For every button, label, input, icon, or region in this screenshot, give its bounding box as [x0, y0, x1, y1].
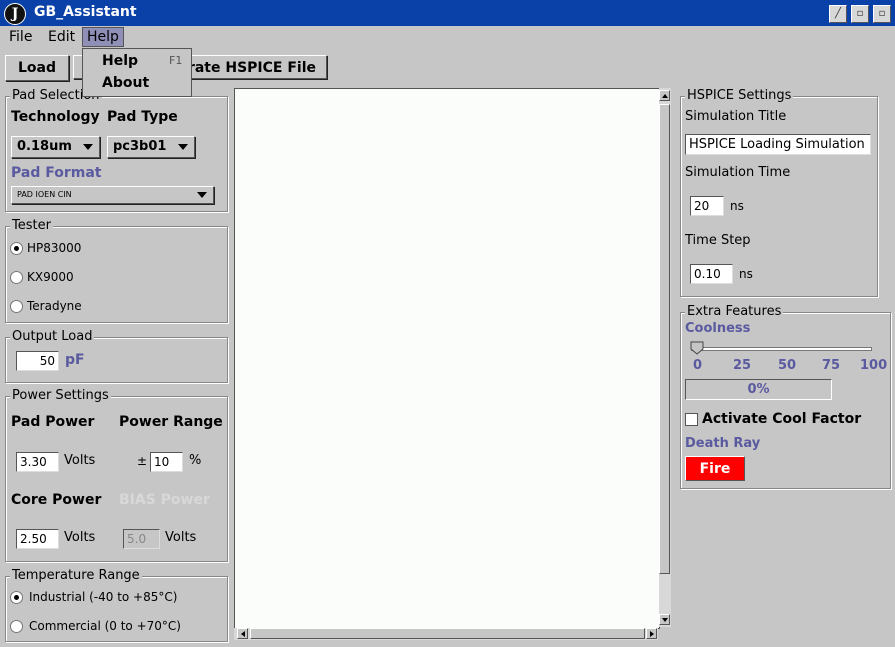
power-range-label: Power Range — [119, 414, 223, 430]
output-load-group: Output Load 50 pF — [5, 329, 228, 383]
tester-option-teradyne[interactable]: Teradyne — [10, 299, 210, 315]
death-ray-label: Death Ray — [685, 436, 761, 451]
core-power-unit: Volts — [64, 530, 96, 545]
simulation-time-unit: ns — [730, 199, 744, 213]
simulation-title-input[interactable]: HSPICE Loading Simulation — [685, 134, 871, 155]
cool-factor-checkbox[interactable] — [685, 413, 698, 426]
group-title: Temperature Range — [10, 568, 142, 584]
tester-option-hp83000[interactable]: HP83000 — [10, 241, 210, 257]
maximize-icon[interactable]: ▫ — [851, 5, 869, 23]
radio-button[interactable] — [10, 242, 23, 255]
bias-power-unit: Volts — [165, 530, 197, 545]
scroll-left-icon[interactable] — [237, 628, 248, 639]
load-button[interactable]: Load — [5, 55, 69, 81]
pad-type-label: Pad Type — [107, 109, 178, 125]
pad-power-input[interactable]: 3.30 — [16, 452, 59, 472]
chevron-down-icon — [178, 144, 188, 150]
slider-tick-label: 50 — [778, 358, 797, 373]
core-power-input[interactable]: 2.50 — [16, 529, 59, 549]
tester-option-kx9000[interactable]: KX9000 — [10, 270, 210, 286]
bias-power-input: 5.0 — [123, 529, 160, 549]
core-power-label: Core Power — [11, 492, 102, 508]
tester-group: Tester HP83000 KX9000 Teradyne — [5, 218, 228, 323]
help-menu-item-about[interactable]: About — [83, 72, 191, 94]
scroll-right-icon[interactable] — [646, 628, 657, 639]
time-step-label: Time Step — [685, 233, 751, 248]
menu-help[interactable]: Help — [82, 27, 124, 47]
temperature-range-group: Temperature Range Industrial (-40 to +85… — [5, 568, 228, 642]
slider-tick-label: 75 — [822, 358, 841, 373]
simulation-title-label: Simulation Title — [685, 109, 787, 124]
menu-edit[interactable]: Edit — [44, 28, 79, 46]
simulation-time-label: Simulation Time — [685, 165, 791, 180]
radio-button[interactable] — [10, 271, 23, 284]
plus-minus-label: ± — [137, 454, 148, 468]
scroll-up-icon[interactable] — [659, 90, 670, 101]
bias-power-label: BIAS Power — [119, 492, 210, 508]
radio-button[interactable] — [10, 300, 23, 313]
progress-bar: 0% — [685, 379, 832, 400]
pad-selection-group: Pad Selection Technology Pad Type 0.18um… — [5, 88, 228, 212]
group-title: Output Load — [10, 329, 95, 345]
menu-bar: File Edit Help — [0, 26, 895, 48]
slider-tick-label: 0 — [693, 358, 703, 373]
output-text-area[interactable] — [234, 88, 660, 629]
title-bar: J GB_Assistant ╱ ▫ ▫ — [0, 0, 895, 27]
coolness-slider-thumb[interactable] — [690, 341, 704, 355]
simulation-time-input[interactable]: 20 — [690, 196, 724, 216]
pad-format-select[interactable]: PAD IOEN CIN — [11, 186, 214, 204]
group-title: Tester — [10, 218, 53, 234]
slider-tick-label: 25 — [733, 358, 752, 373]
window-title: GB_Assistant — [34, 4, 137, 20]
coolness-slider-track[interactable] — [691, 347, 872, 351]
pad-power-unit: Volts — [64, 453, 96, 468]
output-load-input[interactable]: 50 — [16, 351, 59, 371]
pad-power-label: Pad Power — [11, 414, 95, 430]
scroll-thumb[interactable] — [659, 104, 670, 574]
horizontal-scrollbar[interactable] — [234, 628, 658, 640]
menu-file[interactable]: File — [5, 28, 36, 46]
radio-button[interactable] — [10, 591, 23, 604]
technology-select[interactable]: 0.18um — [11, 136, 100, 158]
cool-factor-checkbox-row[interactable]: Activate Cool Factor — [685, 411, 885, 429]
hspice-settings-group: HSPICE Settings Simulation Title HSPICE … — [680, 88, 878, 297]
scroll-thumb[interactable] — [250, 628, 645, 639]
coolness-label: Coolness — [685, 321, 751, 336]
pad-type-select[interactable]: pc3b01 — [107, 136, 195, 158]
close-icon[interactable]: ▫ — [873, 5, 891, 23]
pad-format-label: Pad Format — [11, 165, 102, 181]
app-logo-icon: J — [4, 3, 26, 25]
group-title: Power Settings — [10, 388, 111, 404]
shortcut-label: F1 — [169, 54, 183, 67]
time-step-input[interactable]: 0.10 — [690, 264, 733, 284]
cool-factor-label: Activate Cool Factor — [702, 411, 862, 427]
extra-features-group: Extra Features Coolness 0 25 50 75 100 0… — [680, 304, 891, 489]
help-dropdown-menu: Help F1 About — [82, 48, 192, 97]
power-settings-group: Power Settings Pad Power Power Range 3.3… — [5, 388, 228, 562]
progress-text: 0% — [747, 382, 770, 397]
fire-button[interactable]: Fire — [685, 456, 745, 481]
chevron-down-icon — [197, 192, 207, 198]
output-load-unit: pF — [65, 352, 85, 368]
technology-label: Technology — [11, 109, 100, 125]
temp-option-commercial[interactable]: Commercial (0 to +70°C) — [10, 619, 220, 635]
time-step-unit: ns — [739, 267, 753, 281]
help-menu-item-help[interactable]: Help F1 — [83, 50, 191, 72]
group-title: Extra Features — [685, 304, 784, 320]
temp-option-industrial[interactable]: Industrial (-40 to +85°C) — [10, 590, 220, 606]
scroll-down-icon[interactable] — [659, 614, 670, 625]
power-range-input[interactable]: 10 — [150, 452, 183, 472]
chevron-down-icon — [83, 144, 93, 150]
power-range-unit: % — [189, 453, 202, 468]
slider-tick-label: 100 — [860, 358, 888, 373]
group-title: HSPICE Settings — [685, 88, 794, 104]
minimize-icon[interactable]: ╱ — [829, 5, 847, 23]
radio-button[interactable] — [10, 620, 23, 633]
vertical-scrollbar[interactable] — [659, 88, 671, 627]
